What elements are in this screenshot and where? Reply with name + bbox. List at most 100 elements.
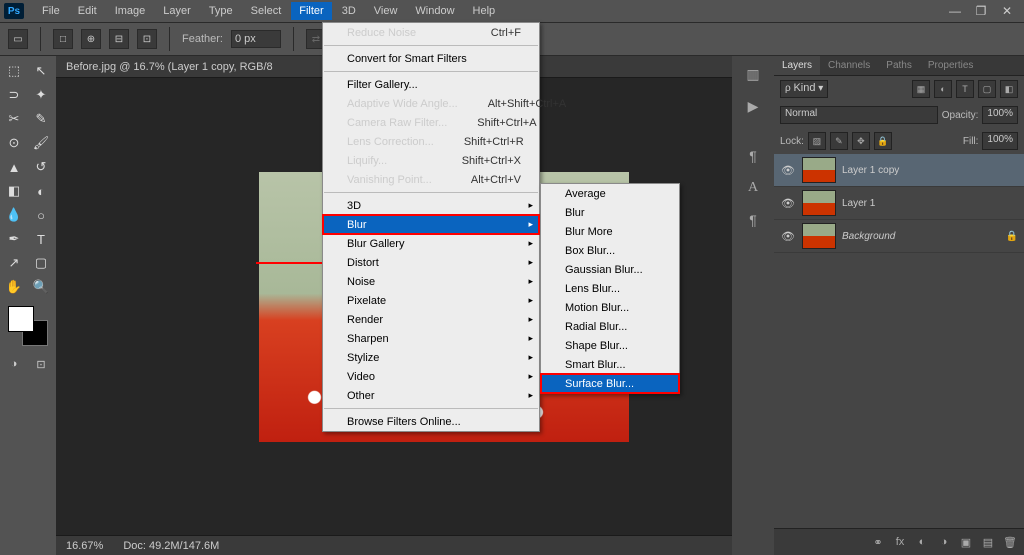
para-panel-icon[interactable]: A bbox=[739, 176, 767, 200]
layer-row[interactable]: 👁 Layer 1 bbox=[774, 187, 1024, 220]
mi-liquify[interactable]: Liquify...Shift+Ctrl+X bbox=[323, 151, 539, 170]
tab-paths[interactable]: Paths bbox=[878, 56, 920, 75]
mask-icon[interactable]: ◐ bbox=[912, 533, 932, 551]
eyedrop-tool-icon[interactable]: ✎ bbox=[29, 108, 53, 130]
mi-convert-smart[interactable]: Convert for Smart Filters bbox=[323, 49, 539, 68]
minimize-icon[interactable]: — bbox=[946, 4, 964, 18]
mi-surface[interactable]: Surface Blur... bbox=[541, 374, 679, 393]
history-tool-icon[interactable]: ↺ bbox=[29, 156, 53, 178]
glyph-panel-icon[interactable]: ¶ bbox=[739, 208, 767, 232]
mi-distort[interactable]: Distort bbox=[323, 253, 539, 272]
mi-noise[interactable]: Noise bbox=[323, 272, 539, 291]
blend-mode-select[interactable]: Normal bbox=[780, 106, 938, 124]
quickmask-icon[interactable]: ◑ bbox=[2, 354, 26, 374]
group-icon[interactable]: ▣ bbox=[956, 533, 976, 551]
filter-kind-select[interactable]: ρ Kind ▾ bbox=[780, 80, 828, 98]
mi-other[interactable]: Other bbox=[323, 386, 539, 405]
mi-render[interactable]: Render bbox=[323, 310, 539, 329]
lock-trans-icon[interactable]: ▨ bbox=[808, 132, 826, 150]
mi-stylize[interactable]: Stylize bbox=[323, 348, 539, 367]
mi-box-blur[interactable]: Box Blur... bbox=[541, 241, 679, 260]
color-swatches[interactable] bbox=[8, 306, 48, 346]
sel-int-icon[interactable]: ⊡ bbox=[137, 29, 157, 49]
menu-select[interactable]: Select bbox=[243, 2, 290, 20]
path-tool-icon[interactable]: ↗ bbox=[2, 252, 26, 274]
layer-name[interactable]: Layer 1 bbox=[842, 198, 1018, 209]
menu-image[interactable]: Image bbox=[107, 2, 154, 20]
menu-help[interactable]: Help bbox=[465, 2, 504, 20]
eraser-tool-icon[interactable]: ◧ bbox=[2, 180, 26, 202]
mi-lens[interactable]: Lens Correction...Shift+Ctrl+R bbox=[323, 132, 539, 151]
menu-file[interactable]: File bbox=[34, 2, 68, 20]
mi-shape[interactable]: Shape Blur... bbox=[541, 336, 679, 355]
mi-blur[interactable]: Blur bbox=[323, 215, 539, 234]
trash-icon[interactable]: 🗑 bbox=[1000, 533, 1020, 551]
mi-average[interactable]: Average bbox=[541, 184, 679, 203]
mi-smart[interactable]: Smart Blur... bbox=[541, 355, 679, 374]
filter-smart-icon[interactable]: ◧ bbox=[1000, 80, 1018, 98]
hand-tool-icon[interactable]: ✋ bbox=[2, 276, 26, 298]
lock-pos-icon[interactable]: ✥ bbox=[852, 132, 870, 150]
sel-new-icon[interactable]: □ bbox=[53, 29, 73, 49]
opacity-input[interactable]: 100% bbox=[982, 106, 1018, 124]
link-icon[interactable]: ⚭ bbox=[868, 533, 888, 551]
lock-all-icon[interactable]: 🔒 bbox=[874, 132, 892, 150]
mi-3d[interactable]: 3D bbox=[323, 196, 539, 215]
menu-filter[interactable]: Filter bbox=[291, 2, 331, 20]
filter-shape-icon[interactable]: ▢ bbox=[978, 80, 996, 98]
sel-sub-icon[interactable]: ⊟ bbox=[109, 29, 129, 49]
mi-camera-raw[interactable]: Camera Raw Filter...Shift+Ctrl+A bbox=[323, 113, 539, 132]
filter-pixel-icon[interactable]: ▦ bbox=[912, 80, 930, 98]
mi-motion[interactable]: Motion Blur... bbox=[541, 298, 679, 317]
mi-video[interactable]: Video bbox=[323, 367, 539, 386]
stamp-tool-icon[interactable]: ▲ bbox=[2, 156, 26, 178]
layer-name[interactable]: Layer 1 copy bbox=[842, 165, 1018, 176]
menu-view[interactable]: View bbox=[366, 2, 406, 20]
char-panel-icon[interactable]: ¶ bbox=[739, 144, 767, 168]
fx-icon[interactable]: fx bbox=[890, 533, 910, 551]
mi-adaptive[interactable]: Adaptive Wide Angle...Alt+Shift+Ctrl+A bbox=[323, 94, 539, 113]
crop-tool-icon[interactable]: ✂ bbox=[2, 108, 26, 130]
layer-row[interactable]: 👁 Layer 1 copy bbox=[774, 154, 1024, 187]
gradient-tool-icon[interactable]: ◐ bbox=[29, 180, 53, 202]
type-tool-icon[interactable]: T bbox=[29, 228, 53, 250]
menu-edit[interactable]: Edit bbox=[70, 2, 105, 20]
mi-pixelate[interactable]: Pixelate bbox=[323, 291, 539, 310]
mi-radial[interactable]: Radial Blur... bbox=[541, 317, 679, 336]
sel-add-icon[interactable]: ⊕ bbox=[81, 29, 101, 49]
marquee-tool-icon[interactable]: ⬚ bbox=[2, 60, 26, 82]
filter-adjust-icon[interactable]: ◐ bbox=[934, 80, 952, 98]
tab-layers[interactable]: Layers bbox=[774, 56, 820, 75]
layer-name[interactable]: Background bbox=[842, 231, 1000, 242]
visibility-icon[interactable]: 👁 bbox=[780, 164, 796, 177]
visibility-icon[interactable]: 👁 bbox=[780, 230, 796, 243]
screenmode-icon[interactable]: ⊡ bbox=[29, 354, 53, 374]
mi-blur-gallery[interactable]: Blur Gallery bbox=[323, 234, 539, 253]
new-layer-icon[interactable]: ▤ bbox=[978, 533, 998, 551]
mi-vanish[interactable]: Vanishing Point...Alt+Ctrl+V bbox=[323, 170, 539, 189]
history-panel-icon[interactable]: ▥ bbox=[739, 62, 767, 86]
mi-blur-simple[interactable]: Blur bbox=[541, 203, 679, 222]
dodge-tool-icon[interactable]: ○ bbox=[29, 204, 53, 226]
adjust-icon[interactable]: ◑ bbox=[934, 533, 954, 551]
layer-thumb[interactable] bbox=[802, 157, 836, 183]
tool-preset-icon[interactable]: ▭ bbox=[8, 29, 28, 49]
tab-channels[interactable]: Channels bbox=[820, 56, 878, 75]
menu-3d[interactable]: 3D bbox=[334, 2, 364, 20]
layer-thumb[interactable] bbox=[802, 190, 836, 216]
fill-input[interactable]: 100% bbox=[982, 132, 1018, 150]
mi-gaussian[interactable]: Gaussian Blur... bbox=[541, 260, 679, 279]
tab-properties[interactable]: Properties bbox=[920, 56, 982, 75]
shape-tool-icon[interactable]: ▢ bbox=[29, 252, 53, 274]
zoom-tool-icon[interactable]: 🔍 bbox=[29, 276, 53, 298]
pen-tool-icon[interactable]: ✒ bbox=[2, 228, 26, 250]
layer-thumb[interactable] bbox=[802, 223, 836, 249]
actions-panel-icon[interactable]: ▶ bbox=[739, 94, 767, 118]
lock-paint-icon[interactable]: ✎ bbox=[830, 132, 848, 150]
menu-layer[interactable]: Layer bbox=[155, 2, 199, 20]
wand-tool-icon[interactable]: ✦ bbox=[29, 84, 53, 106]
brush-tool-icon[interactable]: 🖌 bbox=[29, 132, 53, 154]
close-icon[interactable]: ✕ bbox=[998, 4, 1016, 18]
zoom-level[interactable]: 16.67% bbox=[66, 540, 103, 552]
mi-sharpen[interactable]: Sharpen bbox=[323, 329, 539, 348]
